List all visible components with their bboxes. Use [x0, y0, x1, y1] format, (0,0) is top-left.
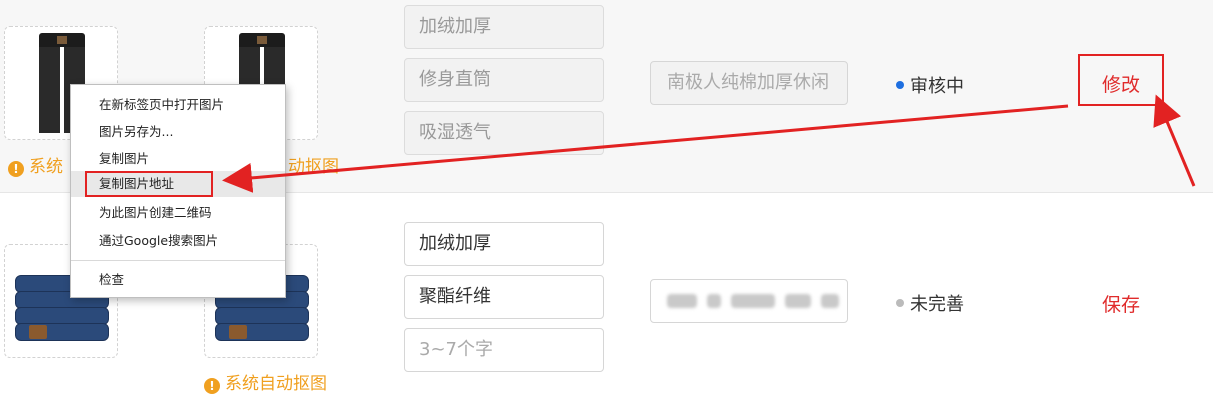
annotation-arrows: [222, 94, 1196, 193]
arrow-to-edit-button: [1153, 94, 1196, 187]
arrow-to-menu-item: [222, 104, 1069, 193]
